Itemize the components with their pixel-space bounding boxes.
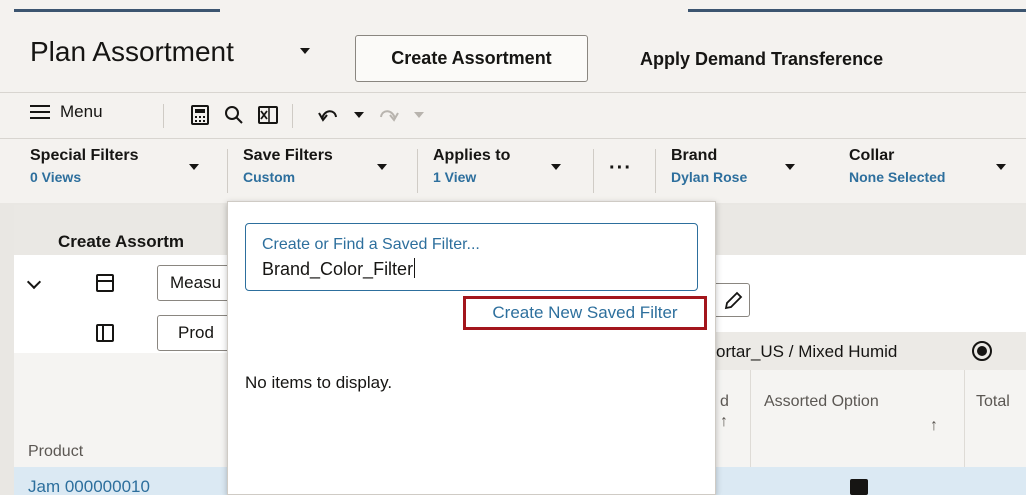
sort-ascending-icon[interactable]: ↑ [720,413,728,431]
divider [227,149,228,193]
chevron-down-icon[interactable] [26,274,42,290]
column-header-total[interactable]: Total [976,393,1010,411]
search-icon[interactable] [221,102,247,128]
filter-value: Custom [243,169,296,185]
panel-toggle-icon[interactable] [96,324,114,342]
search-value-text: Brand_Color_Filter [262,259,414,279]
filter-value: 0 Views [30,169,82,185]
divider [163,104,164,128]
redo-dropdown-icon [406,102,432,128]
title-bar: Plan Assortment Create Assortment Apply … [0,12,1026,90]
filter-brand[interactable]: Brand Dylan Rose [671,147,795,185]
column-header-assorted-option[interactable]: Assorted Option [764,393,879,411]
excel-export-icon[interactable] [255,102,281,128]
column-header-product[interactable]: Product [28,443,83,461]
divider [593,149,594,193]
chevron-down-icon [996,164,1006,170]
calculator-icon[interactable] [187,102,213,128]
filter-label: Collar [849,147,895,164]
divider [750,353,751,467]
filter-label: Brand [671,147,718,164]
filter-applies-to[interactable]: Applies to 1 View [433,147,561,185]
saved-filter-search-input[interactable]: Create or Find a Saved Filter... Brand_C… [245,223,698,291]
divider [417,149,418,193]
filter-label: Save Filters [243,147,333,164]
filter-save-filters[interactable]: Save Filters Custom [243,147,387,185]
chevron-down-icon [189,164,199,170]
chevron-down-icon [551,164,561,170]
filter-label: Applies to [433,147,511,164]
empty-state-text: No items to display. [245,373,393,392]
create-assortment-button[interactable]: Create Assortment [355,35,588,82]
sort-ascending-icon[interactable]: ↑ [930,417,938,435]
toolbar: Menu [0,96,1026,136]
divider [0,138,1026,139]
chevron-down-icon[interactable] [300,48,310,54]
search-placeholder: Create or Find a Saved Filter... [262,236,480,253]
panel-title: Create Assortm [58,232,184,251]
filter-value: None Selected [849,169,946,185]
checkbox[interactable] [850,479,868,495]
page-title[interactable]: Plan Assortment [30,36,234,68]
edit-button[interactable] [716,283,750,317]
layout-icon[interactable] [96,274,114,292]
filter-label: Special Filters [30,147,139,164]
search-value: Brand_Color_Filter [262,258,416,280]
filter-value: 1 View [433,169,477,185]
redo-icon [376,102,402,128]
text-cursor [414,258,416,278]
menu-button[interactable]: Menu [30,102,103,122]
filter-special-filters[interactable]: Special Filters 0 Views [30,147,199,185]
hamburger-icon [30,105,50,119]
saved-filter-popup: Create or Find a Saved Filter... Brand_C… [227,201,716,495]
row-product-link[interactable]: Jam 000000010 [28,477,150,495]
chevron-down-icon [377,164,387,170]
divider [0,92,1026,93]
target-icon[interactable] [972,341,992,361]
column-header-partial[interactable]: d [720,393,729,411]
location-label: ortar_US / Mixed Humid [716,342,898,361]
location-filter-bar: ortar_US / Mixed Humid [704,332,1026,370]
undo-dropdown-icon[interactable] [346,102,372,128]
apply-demand-transference-button[interactable]: Apply Demand Transference [640,36,883,82]
filter-collar[interactable]: Collar None Selected [849,147,1006,185]
divider [964,353,965,467]
create-new-saved-filter-link[interactable]: Create New Saved Filter [463,296,707,330]
more-options-icon[interactable]: ··· [609,157,632,180]
divider [292,104,293,128]
chevron-down-icon [785,164,795,170]
divider [655,149,656,193]
filter-value: Dylan Rose [671,169,748,185]
undo-icon[interactable] [315,102,341,128]
menu-label: Menu [60,102,103,121]
filter-bar: Special Filters 0 Views Save Filters Cus… [0,141,1026,201]
